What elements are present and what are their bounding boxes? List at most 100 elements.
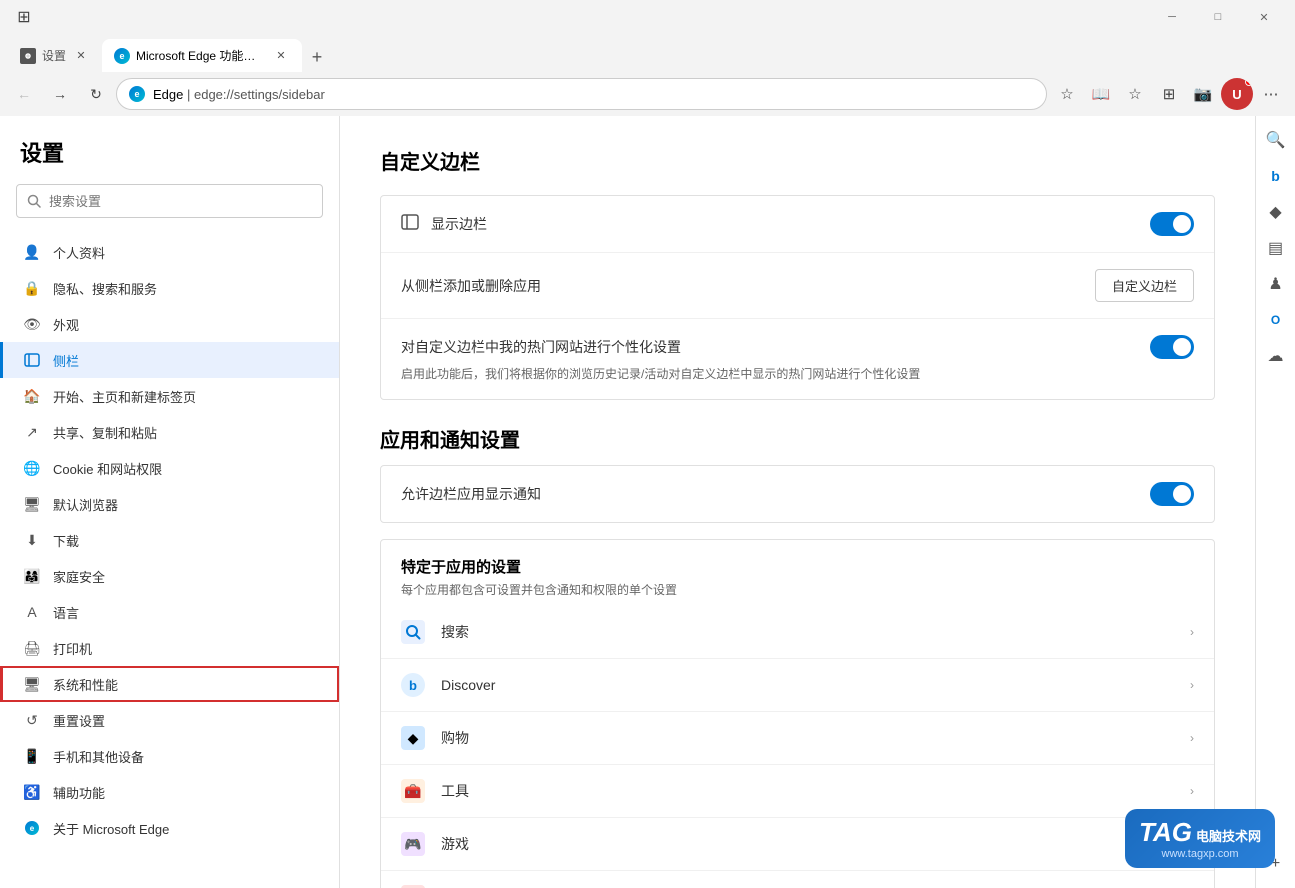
share-icon: ↗: [23, 423, 41, 441]
app-item-m365[interactable]: 365 Microsoft 365 ›: [381, 871, 1214, 888]
sidebar-item-default-browser[interactable]: 🖥 默认浏览器: [0, 486, 339, 522]
sidebar-item-printer-label: 打印机: [53, 639, 92, 658]
download-icon: ⬇: [23, 531, 41, 549]
sidebar-item-start-label: 开始、主页和新建标签页: [53, 387, 196, 406]
sidebar-item-family[interactable]: 👨‍👩‍👧 家庭安全: [0, 558, 339, 594]
customize-sidebar-card: 显示边栏 从侧栏添加或删除应用 自定义边栏 对自定义边栏中我的热门网站进行个性化…: [380, 195, 1215, 400]
sidebar-item-sidebar[interactable]: 侧栏: [0, 342, 339, 378]
app-specific-card: 特定于应用的设置 每个应用都包含可设置并包含通知和权限的单个设置 搜索 ›: [380, 539, 1215, 888]
sidebar-item-share-label: 共享、复制和粘贴: [53, 423, 157, 442]
app-item-games[interactable]: 🎮 游戏 ›: [381, 818, 1214, 871]
settings-search-input[interactable]: [49, 194, 312, 209]
settings-search-box[interactable]: [16, 184, 323, 218]
tab-edge-tips-close[interactable]: ✕: [272, 47, 290, 65]
sidebar-item-appearance[interactable]: 👁 外观: [0, 306, 339, 342]
profile-notification-dot: [1245, 78, 1253, 86]
tab-settings[interactable]: 设置 ✕: [8, 39, 102, 72]
sidebar-item-start[interactable]: 🏠 开始、主页和新建标签页: [0, 378, 339, 414]
sidebar-item-system-label: 系统和性能: [53, 675, 118, 694]
right-outlook-button[interactable]: O: [1260, 304, 1292, 336]
window-controls: ─ □ ✕: [1149, 2, 1287, 32]
right-cloud-button[interactable]: ☁: [1260, 340, 1292, 372]
tab-settings-close[interactable]: ✕: [72, 47, 90, 65]
sidebar-nav-title: 设置: [0, 136, 339, 184]
sidebar-item-default-browser-label: 默认浏览器: [53, 495, 118, 514]
right-discover-button[interactable]: b: [1260, 160, 1292, 192]
sidebar-item-download[interactable]: ⬇ 下载: [0, 522, 339, 558]
search-chevron-icon: ›: [1190, 625, 1194, 639]
add-remove-apps-label: 从侧栏添加或删除应用: [401, 276, 1095, 296]
sidebar-item-cookie-label: Cookie 和网站权限: [53, 459, 162, 478]
sidebar-item-accessibility[interactable]: ♿ 辅助功能: [0, 774, 339, 810]
sidebar-item-language-label: 语言: [53, 603, 79, 622]
sidebar-item-family-label: 家庭安全: [53, 567, 105, 586]
show-sidebar-toggle[interactable]: [1150, 212, 1194, 236]
sidebar-item-printer[interactable]: 🖨 打印机: [0, 630, 339, 666]
tab-edge-tips[interactable]: e Microsoft Edge 功能和提示 ✕: [102, 39, 302, 72]
right-search-button[interactable]: 🔍: [1260, 124, 1292, 156]
sidebar-item-appearance-label: 外观: [53, 315, 79, 334]
cookie-icon: 🌐: [23, 459, 41, 477]
sidebar-item-reset[interactable]: ↺ 重置设置: [0, 702, 339, 738]
add-remove-apps-row: 从侧栏添加或删除应用 自定义边栏: [381, 253, 1214, 319]
browser-icon: 🖥: [23, 495, 41, 513]
phone-icon: 📱: [23, 747, 41, 765]
sidebar-item-phone-label: 手机和其他设备: [53, 747, 144, 766]
app-item-discover[interactable]: b Discover ›: [381, 659, 1214, 712]
tools-app-label: 工具: [441, 781, 1190, 801]
tab-settings-label: 设置: [42, 47, 66, 64]
screenshot-button[interactable]: 📷: [1187, 78, 1219, 110]
right-collections-button[interactable]: ◆: [1260, 196, 1292, 228]
sidebar-item-share[interactable]: ↗ 共享、复制和粘贴: [0, 414, 339, 450]
sidebar-item-privacy[interactable]: 🔒 隐私、搜索和服务: [0, 270, 339, 306]
favorites-button[interactable]: ☆: [1119, 78, 1151, 110]
close-button[interactable]: ✕: [1241, 2, 1287, 32]
show-sidebar-row: 显示边栏: [381, 196, 1214, 253]
browser-window: ⊞ ─ □ ✕ 设置 ✕ e Microsoft Edge 功能和提示 ✕ +: [0, 0, 1295, 888]
customize-sidebar-button[interactable]: 自定义边栏: [1095, 269, 1194, 302]
back-button[interactable]: ←: [8, 78, 40, 110]
address-bar[interactable]: e Edge | edge://settings/sidebar: [116, 78, 1047, 110]
system-icon: 🖥: [23, 675, 41, 693]
right-wallet-button[interactable]: ▤: [1260, 232, 1292, 264]
about-edge-icon: e: [23, 819, 41, 837]
minimize-button[interactable]: ─: [1149, 2, 1195, 32]
app-item-shopping[interactable]: ◆ 购物 ›: [381, 712, 1214, 765]
personalize-toggle[interactable]: [1150, 335, 1194, 359]
app-item-search[interactable]: 搜索 ›: [381, 606, 1214, 659]
sidebar-item-language[interactable]: A 语言: [0, 594, 339, 630]
title-bar: ⊞ ─ □ ✕: [0, 0, 1295, 34]
app-notifications-card: 允许边栏应用显示通知: [380, 465, 1215, 523]
sidebar-item-about[interactable]: e 关于 Microsoft Edge: [0, 810, 339, 846]
sidebar-item-profile[interactable]: 👤 个人资料: [0, 234, 339, 270]
search-icon: [27, 194, 41, 208]
app-item-tools[interactable]: 🧰 工具 ›: [381, 765, 1214, 818]
toggle-thumb: [1173, 215, 1191, 233]
sidebar-item-reset-label: 重置设置: [53, 711, 105, 730]
right-games-button[interactable]: ♟: [1260, 268, 1292, 300]
sidebar-item-cookie[interactable]: 🌐 Cookie 和网站权限: [0, 450, 339, 486]
personalize-label: 对自定义边栏中我的热门网站进行个性化设置: [401, 337, 1150, 357]
app-specific-title: 特定于应用的设置: [401, 556, 1194, 577]
app-specific-desc: 每个应用都包含可设置并包含通知和权限的单个设置: [401, 581, 1194, 598]
toggle-thumb-3: [1173, 485, 1191, 503]
forward-button[interactable]: →: [44, 78, 76, 110]
address-url: edge://settings/sidebar: [194, 87, 325, 102]
page-title: 自定义边栏: [380, 146, 1215, 175]
address-edge-icon: e: [129, 86, 145, 102]
reload-button[interactable]: ↻: [80, 78, 112, 110]
allow-notifications-toggle[interactable]: [1150, 482, 1194, 506]
sidebar-item-system[interactable]: 🖥 系统和性能: [0, 666, 339, 702]
read-aloud-button[interactable]: 📖: [1085, 78, 1117, 110]
sidebar-item-sidebar-label: 侧栏: [53, 351, 79, 370]
settings-more-button[interactable]: ⋯: [1255, 78, 1287, 110]
collections-button[interactable]: ⊞: [1153, 78, 1185, 110]
sidebar-toggle-btn[interactable]: ⊞: [8, 1, 40, 33]
profile-button[interactable]: U: [1221, 78, 1253, 110]
maximize-button[interactable]: □: [1195, 2, 1241, 32]
lock-icon: 🔒: [23, 279, 41, 297]
favorites-star-button[interactable]: ☆: [1051, 78, 1083, 110]
language-icon: A: [23, 603, 41, 621]
sidebar-item-phone[interactable]: 📱 手机和其他设备: [0, 738, 339, 774]
new-tab-button[interactable]: +: [302, 42, 332, 72]
